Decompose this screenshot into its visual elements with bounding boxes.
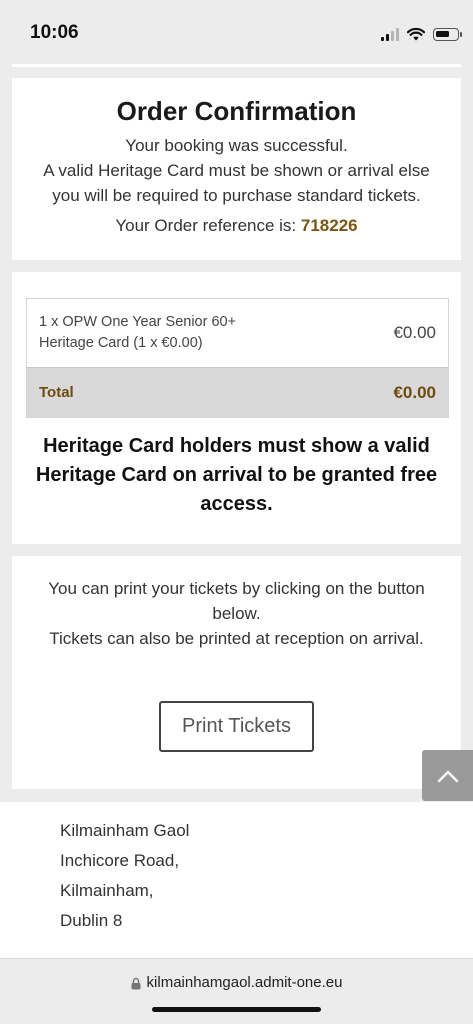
wifi-icon [407,27,425,41]
address-line: Dublin 8 [60,911,123,930]
url-text: kilmainhamgaol.admit-one.eu [146,974,343,991]
lock-icon [131,977,141,990]
print-tickets-button[interactable]: Print Tickets [159,701,314,752]
order-reference-label: Your Order reference is: [115,216,297,235]
status-bar: 10:06 [0,0,473,64]
print-instructions: You can print your tickets by clicking o… [12,576,461,651]
heritage-card-notice: Heritage Card holders must show a valid … [35,435,438,515]
table-row: 1 x OPW One Year Senior 60+ Heritage Car… [27,299,448,367]
print-tickets-card: You can print your tickets by clicking o… [12,556,461,789]
address-line: Kilmainham, [60,881,154,900]
total-label: Total [39,384,74,401]
footer: Kilmainham Gaol Inchicore Road, Kilmainh… [0,802,473,958]
page-title: Order Confirmation [116,96,357,126]
success-message: Your booking was successful. [125,136,348,155]
order-table: 1 x OPW One Year Senior 60+ Heritage Car… [26,298,449,418]
browser-address-bar: kilmainhamgaol.admit-one.eu [0,958,473,1024]
order-summary-card: 1 x OPW One Year Senior 60+ Heritage Car… [12,272,461,544]
total-row: Total €0.00 [27,367,448,417]
print-instructions-line-2: Tickets can also be printed at reception… [49,629,424,648]
item-description: 1 x OPW One Year Senior 60+ Heritage Car… [39,314,237,351]
scroll-to-top-button[interactable] [422,750,473,801]
battery-icon [433,27,462,41]
battery-fill [436,30,449,37]
order-reference: Your Order reference is: 718226 [12,216,461,236]
signal-icon [381,27,399,41]
address: Kilmainham Gaol Inchicore Road, Kilmainh… [60,816,189,936]
item-price: €0.00 [393,323,436,342]
status-time: 10:06 [30,22,79,43]
address-line: Inchicore Road, [60,851,180,870]
status-icons [381,24,462,44]
top-strip [12,64,461,67]
url-field[interactable]: kilmainhamgaol.admit-one.eu [0,974,473,991]
print-instructions-line-1: You can print your tickets by clicking o… [48,579,425,623]
home-indicator[interactable] [152,1007,321,1012]
heritage-warning-line-2: you will be required to purchase standar… [52,186,421,205]
order-reference-value: 718226 [300,216,358,235]
confirmation-card: Order Confirmation Your booking was succ… [12,78,461,260]
address-line: Kilmainham Gaol [60,821,190,840]
total-value: €0.00 [393,382,436,402]
heritage-warning-line-1: A valid Heritage Card must be shown or a… [43,161,430,180]
chevron-up-icon [437,770,458,782]
